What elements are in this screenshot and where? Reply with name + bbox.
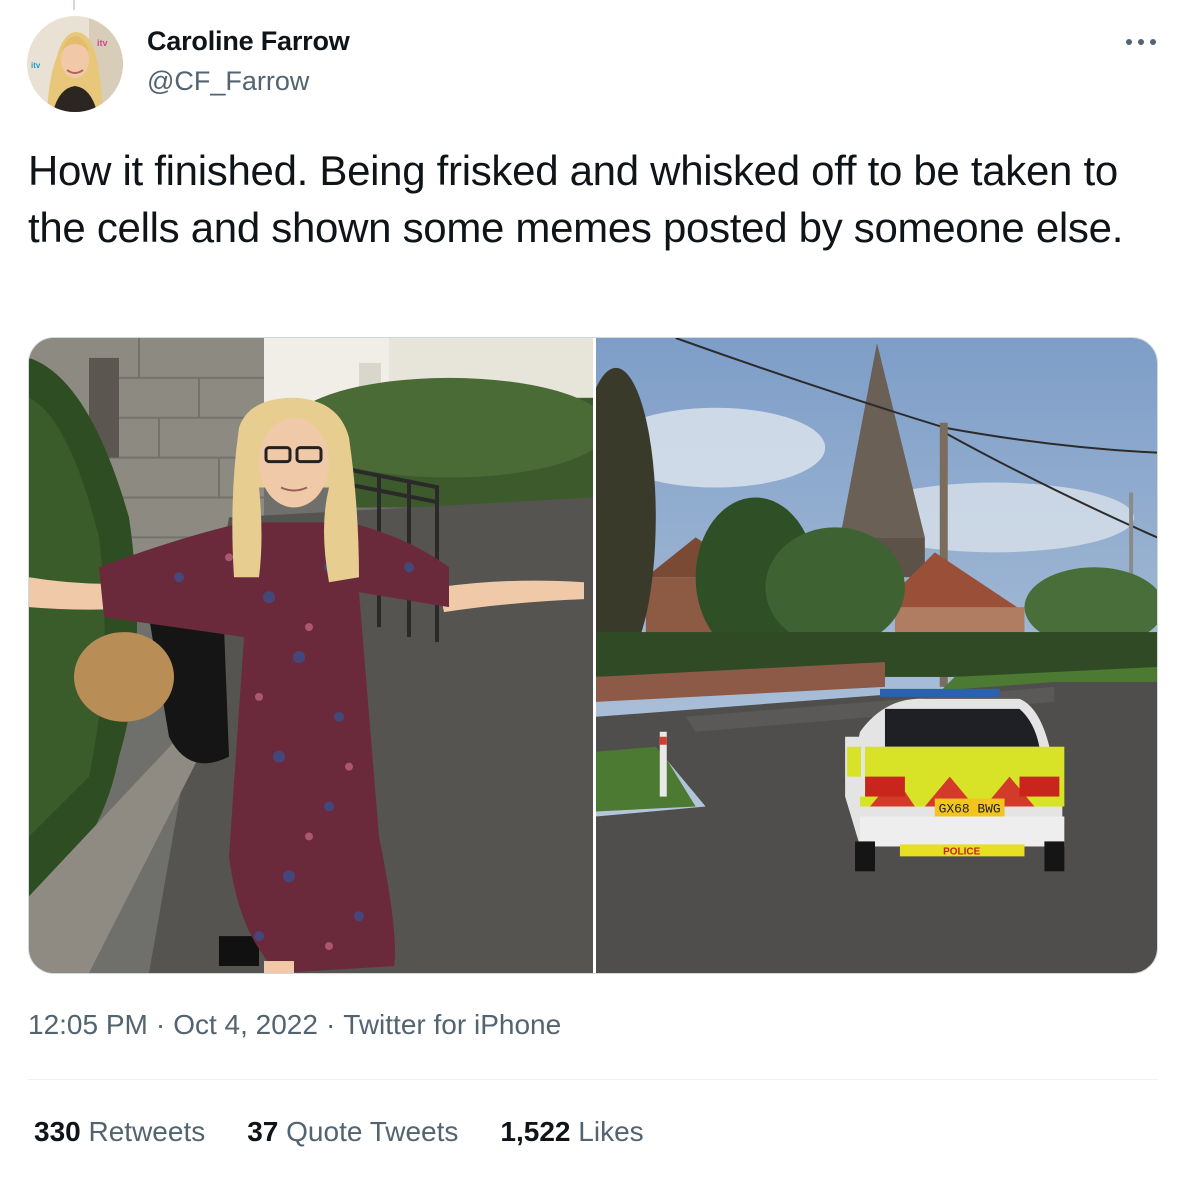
tweet-source[interactable]: Twitter for iPhone: [343, 1009, 561, 1041]
meta-separator: ·: [325, 1009, 336, 1040]
tweet-photo-frisked[interactable]: [29, 338, 593, 973]
tweet-date[interactable]: Oct 4, 2022: [173, 1009, 318, 1041]
tweet-metadata: 12:05 PM · Oct 4, 2022 · Twitter for iPhone: [28, 1009, 561, 1041]
quote-tweets-count: 37: [247, 1116, 279, 1147]
more-options-button[interactable]: [1118, 24, 1164, 60]
car-license-plate: GX68 BWG: [939, 802, 1001, 817]
car-police-label: POLICE: [943, 846, 980, 857]
tweet-stats: 330 Retweets 37 Quote Tweets 1,522 Likes: [34, 1116, 686, 1148]
police-car: GX68 BWG POLICE: [845, 688, 1065, 872]
quote-tweets-stat[interactable]: 37 Quote Tweets: [247, 1116, 458, 1148]
photo-police-car-village: GX68 BWG POLICE: [596, 338, 1157, 973]
likes-stat[interactable]: 1,522 Likes: [500, 1116, 643, 1148]
tweet-text: How it finished. Being frisked and whisk…: [28, 147, 1124, 251]
user-display-name[interactable]: Caroline Farrow: [147, 26, 350, 57]
svg-text:itv: itv: [31, 61, 41, 70]
stats-divider: [28, 1079, 1158, 1080]
likes-label: Likes: [578, 1116, 644, 1147]
tweet-media-grid: GX68 BWG POLICE: [28, 337, 1158, 974]
user-handle[interactable]: @CF_Farrow: [147, 66, 309, 97]
quote-tweets-label: Quote Tweets: [286, 1116, 459, 1147]
thread-connector-line: [73, 0, 75, 10]
more-horizontal-icon: [1126, 39, 1156, 45]
likes-count: 1,522: [500, 1116, 571, 1147]
retweets-label: Retweets: [88, 1116, 206, 1147]
retweets-stat[interactable]: 330 Retweets: [34, 1116, 205, 1148]
tweet-time[interactable]: 12:05 PM: [28, 1009, 148, 1041]
tweet-photo-police-car[interactable]: GX68 BWG POLICE: [596, 338, 1157, 973]
avatar[interactable]: itv itv: [27, 16, 123, 112]
photo-woman-being-frisked: [29, 338, 593, 973]
meta-separator: ·: [155, 1009, 166, 1040]
retweets-count: 330: [34, 1116, 81, 1147]
svg-text:itv: itv: [97, 38, 108, 48]
